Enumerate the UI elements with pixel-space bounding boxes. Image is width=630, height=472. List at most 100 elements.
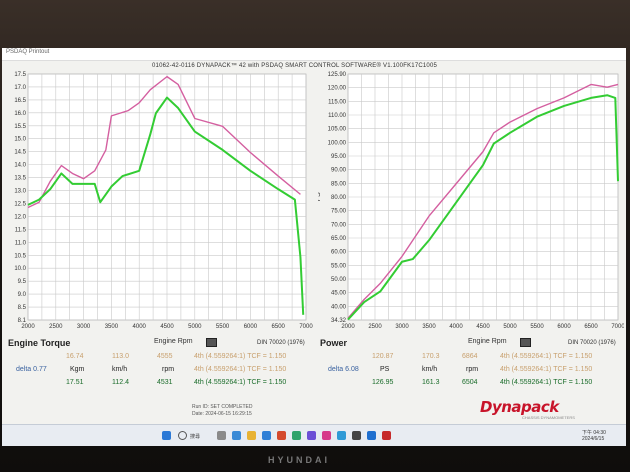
start-icon[interactable] — [162, 431, 171, 440]
power-ytick-label: 55.00 — [331, 263, 347, 269]
torque-run1-kmh: 113.0 — [112, 353, 129, 360]
torque-xtick-label: 4500 — [160, 324, 174, 330]
torque-xtick-label: 5000 — [188, 324, 202, 330]
power-xtick-label: 2500 — [368, 324, 382, 330]
torque-header-row: delta 0.77 Kgm km/h rpm 4th (4.559264:1)… — [2, 366, 314, 376]
run-title: 01062-42-0116 DYNAPACK™ 42 with PSDAQ SM… — [152, 63, 438, 69]
power-grid — [347, 73, 619, 321]
window-titlebar[interactable]: PSDAQ Printout — [2, 48, 626, 61]
power-header-row: delta 6.08 PS km/h rpm 4th (4.559264:1) … — [314, 366, 626, 376]
power-ytick-label: 95.00 — [331, 154, 347, 160]
power-ytick-label: 85.00 — [331, 181, 347, 187]
torque-run1-rpm: 4555 — [157, 353, 173, 360]
power-panel-label: Power — [320, 338, 348, 348]
widget-icon[interactable] — [232, 431, 241, 440]
torque-run1-gear: 4th (4.559264:1) TCF = 1.150 — [194, 353, 287, 360]
power-delta: delta 6.08 — [328, 366, 359, 373]
torque-xtick-label: 5500 — [216, 324, 230, 330]
torque-xtick-label: 3000 — [77, 324, 91, 330]
torque-xtick-label: 3500 — [105, 324, 119, 330]
power-din-label: DIN 70020 (1976) — [568, 340, 616, 346]
edge-icon[interactable] — [262, 431, 271, 440]
torque-ytick-label: 15.0 — [14, 137, 26, 143]
screen: PSDAQ Printout 01062-42-0116 DYNAPACK™ 4… — [2, 48, 626, 446]
torque-ytick-label: 14.5 — [14, 150, 26, 156]
power-xtick-label: 4000 — [449, 324, 463, 330]
power-settings-icon[interactable] — [520, 338, 531, 347]
power-run1-kmh: 170.3 — [422, 353, 440, 360]
power-xtick-label: 5500 — [530, 324, 544, 330]
power-ytick-label: 115.00 — [328, 99, 347, 105]
app-icon-6[interactable] — [352, 431, 361, 440]
status-box: Run ID: SET COMPLETED Date: 2024-06-15 1… — [192, 404, 252, 418]
power-unit-ps: PS — [380, 366, 390, 373]
task-view-icon[interactable] — [217, 431, 226, 440]
torque-ytick-label: 10.5 — [14, 253, 26, 259]
torque-run1-row: 16.74 113.0 4555 4th (4.559264:1) TCF = … — [2, 353, 314, 363]
power-unit-kmh: km/h — [422, 366, 438, 373]
torque-unit-kmh: km/h — [112, 366, 128, 373]
torque-xtick-label: 4000 — [133, 324, 147, 330]
dynapack-logo: Dynapack — [480, 398, 559, 416]
torque-din-label: DIN 70020 (1976) — [257, 340, 305, 346]
torque-xtick-label: 6500 — [272, 324, 286, 330]
power-header-gear: 4th (4.559264:1) TCF = 1.150 — [500, 366, 593, 373]
app-icon-5[interactable] — [337, 431, 346, 440]
monitor-frame: PSDAQ Printout 01062-42-0116 DYNAPACK™ 4… — [0, 0, 630, 472]
power-ytick-label: 45.00 — [331, 291, 347, 297]
file-explorer-icon[interactable] — [247, 431, 256, 440]
search-icon[interactable] — [178, 431, 187, 440]
torque-ytick-label: 8.1 — [18, 318, 27, 324]
power-unit-rpm: rpm — [466, 366, 479, 373]
power-chart-svg: 2000 2500 3000 3500 4000 4500 5000 5500 6000 6500… — [318, 72, 624, 330]
torque-run1-kgm: 16.74 — [66, 353, 84, 360]
power-ytick-label: 120.00 — [328, 86, 347, 92]
taskbar-search-text[interactable]: 搜尋 — [190, 433, 200, 440]
power-ytick-label: 105.00 — [328, 127, 347, 133]
app-icon-3[interactable] — [307, 431, 316, 440]
torque-ytick-label: 14.0 — [14, 163, 26, 169]
status-run-id: Run ID: SET COMPLETED — [192, 404, 253, 410]
torque-header-gear: 4th (4.559264:1) TCF = 1.150 — [194, 366, 287, 373]
taskbar-time[interactable]: 下午 04:30 — [582, 429, 606, 436]
power-ytick-label: 80.00 — [331, 195, 347, 201]
app-title: PSDAQ Printout — [6, 49, 50, 55]
power-ytick-label: 50.00 — [331, 277, 347, 283]
power-chart: 2000 2500 3000 3500 4000 4500 5000 5500 6000 6500… — [318, 70, 624, 338]
torque-ytick-label: 10.0 — [14, 266, 26, 272]
power-xtick-label: 7000 — [611, 324, 624, 330]
app-icon-1[interactable] — [277, 431, 286, 440]
torque-ytick-label: 9.0 — [18, 292, 27, 298]
power-ytick-label: 100.00 — [328, 140, 347, 146]
torque-run2-row: 17.51 112.4 4531 4th (4.559264:1) TCF = … — [2, 379, 314, 389]
power-xtick-label: 5000 — [503, 324, 517, 330]
taskbar-date[interactable]: 2024/6/15 — [582, 436, 604, 442]
torque-ytick-label: 11.0 — [15, 240, 27, 246]
dynapack-logo-sub: CHASSIS DYNAMOMETERS — [522, 415, 575, 420]
app-icon-2[interactable] — [292, 431, 301, 440]
app-icon-7[interactable] — [367, 431, 376, 440]
torque-ytick-label: 9.5 — [18, 279, 27, 285]
torque-settings-icon[interactable] — [206, 338, 217, 347]
power-run2-row: 126.95 161.3 6504 4th (4.559264:1) TCF =… — [314, 379, 626, 389]
torque-ytick-label: 11.5 — [15, 227, 27, 233]
torque-ytick-label: 16.5 — [14, 98, 26, 104]
torque-run2-kmh: 112.4 — [112, 379, 129, 386]
power-ytick-label: 110.00 — [328, 113, 347, 119]
power-run2-kmh: 161.3 — [422, 379, 440, 386]
app-icon-8[interactable] — [382, 431, 391, 440]
torque-rpm-label: Engine Rpm — [154, 338, 193, 345]
power-ytick-label: 70.00 — [331, 222, 347, 228]
app-icon-4[interactable] — [322, 431, 331, 440]
power-xtick-label: 4500 — [476, 324, 490, 330]
torque-ytick-label: 8.5 — [18, 305, 27, 311]
monitor-brand: HYUNDAI — [268, 455, 331, 465]
torque-ytick-label: 13.5 — [14, 176, 26, 182]
torque-xtick-label: 6000 — [244, 324, 258, 330]
torque-chart: 2000 2500 3000 3500 4000 4500 5000 5500 6000 6500… — [6, 70, 316, 338]
torque-unit-kgm: Kgm — [70, 366, 85, 373]
torque-xtick-label: 2500 — [49, 324, 63, 330]
power-run1-ps: 120.87 — [372, 353, 394, 360]
power-run2-gear: 4th (4.559264:1) TCF = 1.150 — [500, 379, 593, 386]
torque-panel-label: Engine Torque — [8, 338, 71, 348]
